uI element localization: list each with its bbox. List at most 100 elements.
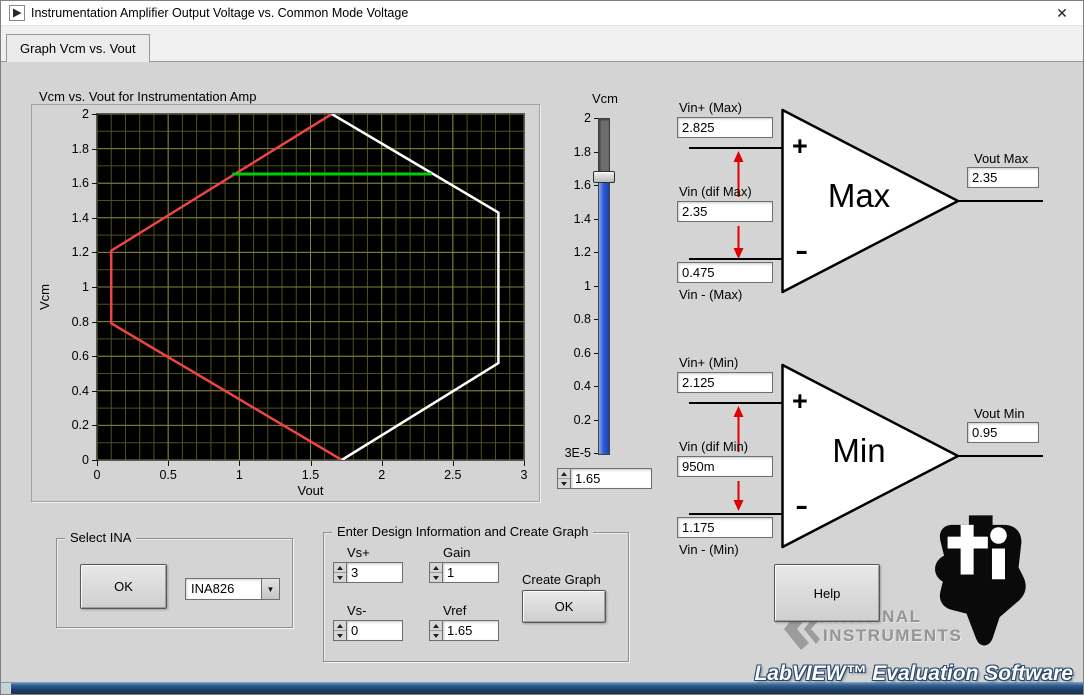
taskbar-fragment [1, 683, 11, 694]
y-tick-label: 1.2 [41, 245, 98, 260]
decrement-icon[interactable] [558, 479, 570, 488]
tab-graph-vcm-vs-vout[interactable]: Graph Vcm vs. Vout [6, 34, 150, 62]
plus-input-label: + [792, 131, 808, 161]
slider-tick-label: 0.4 [549, 379, 599, 394]
vs-plus-control: 3 [333, 562, 403, 583]
design-group-title: Enter Design Information and Create Grap… [332, 524, 594, 539]
vs-plus-field[interactable]: 3 [346, 562, 403, 583]
slider-tick-label: 0.8 [549, 312, 599, 327]
close-icon[interactable]: ✕ [1049, 3, 1075, 23]
vcm-slider-handle[interactable] [593, 171, 615, 183]
labview-icon [9, 5, 25, 21]
x-tick-label: 1.5 [294, 461, 328, 482]
chart-svg [97, 114, 524, 460]
wire [689, 513, 782, 515]
vs-plus-spinner [333, 562, 346, 583]
vout-min-field: 0.95 [967, 422, 1039, 443]
vs-plus-label: Vs+ [347, 545, 370, 560]
wire [689, 147, 782, 149]
decrement-icon[interactable] [334, 631, 346, 640]
y-tick-label: 2 [41, 107, 98, 122]
vin-plus-min-field: 2.125 [677, 372, 773, 393]
vout-max-field: 2.35 [967, 167, 1039, 188]
graph-plot-area [96, 113, 525, 461]
arrow-down-icon [733, 481, 744, 511]
y-tick-label: 0.8 [41, 315, 98, 330]
increment-icon[interactable] [558, 469, 570, 479]
ina-dropdown[interactable]: INA826 ▼ [185, 578, 280, 600]
vin-minus-max-label: Vin - (Max) [679, 287, 743, 302]
x-tick-label: 2 [365, 461, 399, 482]
slider-tick-label: 0.2 [549, 413, 599, 428]
vref-spinner [429, 620, 442, 641]
slider-tick-label: 0.6 [549, 346, 599, 361]
plus-input-label: + [792, 386, 808, 416]
slider-tick-label: 1.2 [549, 245, 599, 260]
vin-minus-min-field: 1.175 [677, 517, 773, 538]
y-axis-label: Vcm [37, 284, 52, 310]
decrement-icon[interactable] [430, 631, 442, 640]
create-graph-label: Create Graph [522, 572, 601, 587]
vin-dif-min-field: 950m [677, 456, 773, 477]
slider-tick-label: 1.8 [549, 145, 599, 160]
minus-input-label: - [795, 228, 809, 272]
vout-min-label: Vout Min [974, 406, 1025, 421]
vref-field[interactable]: 1.65 [442, 620, 499, 641]
decrement-icon[interactable] [430, 573, 442, 582]
arrow-down-icon [733, 226, 744, 259]
wire [689, 402, 782, 404]
vs-minus-field[interactable]: 0 [346, 620, 403, 641]
decrement-icon[interactable] [334, 573, 346, 582]
vout-max-label: Vout Max [974, 151, 1029, 166]
help-button[interactable]: Help [774, 564, 880, 622]
vref-label: Vref [443, 603, 467, 618]
vin-plus-min-label: Vin+ (Min) [679, 355, 739, 370]
design-group: Enter Design Information and Create Grap… [323, 524, 629, 662]
gain-spinner [429, 562, 442, 583]
vin-minus-max-field: 0.475 [677, 262, 773, 283]
increment-icon[interactable] [334, 621, 346, 631]
gain-label: Gain [443, 545, 471, 560]
vin-minus-min-label: Vin - (Min) [679, 542, 739, 557]
vcm-slider-fill [599, 178, 609, 454]
slider-tick-label: 1.6 [549, 178, 599, 193]
select-ina-group-title: Select INA [65, 530, 137, 545]
vcm-spinner [557, 468, 570, 489]
vcm-value-field[interactable]: 1.65 [570, 468, 652, 489]
slider-tick-label: 1 [549, 279, 599, 294]
min-amp-title: Min [832, 432, 886, 469]
title-bar: Instrumentation Amplifier Output Voltage… [1, 1, 1083, 26]
y-tick-label: 0.6 [41, 349, 98, 364]
slider-min-label: 3E-5 [549, 446, 599, 461]
ti-logo [935, 515, 1026, 646]
graph-title: Vcm vs. Vout for Instrumentation Amp [39, 89, 257, 104]
select-ina-ok-button[interactable]: OK [80, 564, 167, 609]
create-graph-ok-button[interactable]: OK [522, 590, 606, 623]
tab-strip [1, 26, 1083, 62]
vcm-slider-scale: 2 1.8 1.6 1.4 1.2 1 0.8 0.6 0.4 0.2 3E-5 [549, 111, 599, 468]
x-axis-ticks: 0 0.5 1 1.5 2 2.5 3 [94, 461, 527, 482]
window-title: Instrumentation Amplifier Output Voltage… [31, 6, 409, 20]
x-tick-label: 1 [222, 461, 256, 482]
increment-icon[interactable] [430, 563, 442, 573]
max-amp-title: Max [827, 177, 891, 214]
increment-icon[interactable] [430, 621, 442, 631]
vcm-slider-track[interactable] [598, 118, 610, 455]
x-axis-label: Vout [297, 483, 324, 498]
gain-control: 1 [429, 562, 499, 583]
y-tick-label: 0.2 [41, 418, 98, 433]
y-tick-label: 0.4 [41, 384, 98, 399]
vs-minus-label: Vs- [347, 603, 367, 618]
vref-control: 1.65 [429, 620, 499, 641]
vcm-numeric-control: 1.65 [557, 468, 652, 489]
increment-icon[interactable] [334, 563, 346, 573]
slider-tick-label: 2 [549, 111, 599, 126]
vs-minus-spinner [333, 620, 346, 641]
minus-input-label: - [795, 483, 809, 527]
vin-plus-max-label: Vin+ (Max) [679, 100, 742, 115]
x-tick-label: 0 [80, 461, 114, 482]
gain-field[interactable]: 1 [442, 562, 499, 583]
y-tick-label: 1.4 [41, 211, 98, 226]
ina-dropdown-value: INA826 [191, 581, 235, 596]
chevron-down-icon[interactable]: ▼ [261, 579, 279, 599]
